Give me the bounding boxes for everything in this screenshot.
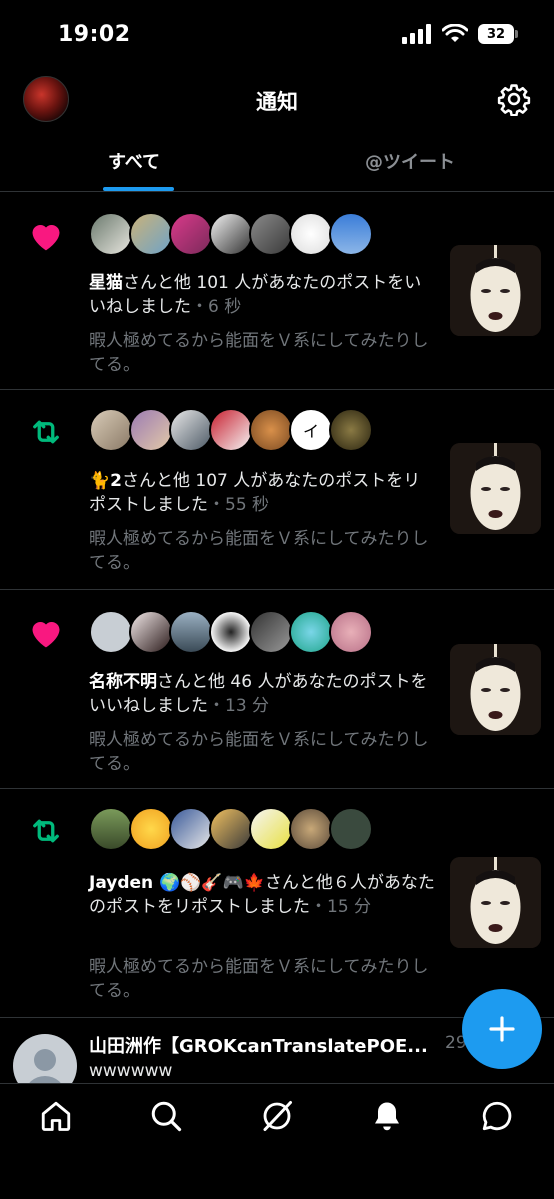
avatar[interactable]	[129, 807, 173, 851]
wifi-icon	[442, 24, 468, 42]
avatar[interactable]	[329, 610, 373, 654]
search-icon[interactable]	[148, 1098, 184, 1134]
avatar[interactable]	[89, 408, 133, 452]
status-time: 19:02	[58, 22, 131, 47]
tab-all[interactable]: すべて	[108, 148, 160, 174]
avatar[interactable]	[169, 610, 213, 654]
heart-icon	[32, 224, 60, 251]
avatar[interactable]	[249, 408, 293, 452]
plus-icon	[489, 1016, 515, 1042]
noh-mask-image	[450, 857, 541, 948]
notification-time: ・13 分	[208, 696, 270, 716]
actor-avatars: イ	[89, 408, 373, 452]
bell-icon[interactable]	[369, 1098, 405, 1134]
avatar[interactable]	[169, 408, 213, 452]
reply-text: wwwwww	[89, 1061, 173, 1081]
avatar[interactable]: イ	[289, 408, 333, 452]
notification-time: ・15 分	[310, 897, 372, 917]
notification-tabs: すべて @ツイート	[0, 140, 554, 192]
active-tab-indicator	[103, 187, 174, 191]
top-header: 通知	[0, 70, 554, 126]
avatar[interactable]	[329, 408, 373, 452]
notification-item[interactable]: 星猫さんと他 101 人があなたのポストをいいねしました・6 秒 暇人極めてるか…	[0, 192, 554, 390]
avatar[interactable]	[209, 610, 253, 654]
messages-icon[interactable]	[479, 1098, 515, 1134]
avatar[interactable]	[289, 212, 333, 256]
avatar[interactable]	[129, 408, 173, 452]
notification-text: 星猫さんと他 101 人があなたのポストをいいねしました・6 秒	[89, 271, 437, 319]
notification-item[interactable]: Jayden 🌍⚾🎸🎮🍁さんと他６人があなたのポストをリポストしました・15 分…	[0, 789, 554, 1018]
actor-avatars	[89, 807, 373, 851]
signal-icon	[402, 24, 431, 44]
repost-icon	[33, 420, 59, 444]
post-thumbnail[interactable]	[450, 644, 541, 735]
actor-name[interactable]: 🐈2	[89, 471, 122, 491]
noh-mask-image	[450, 443, 541, 534]
actor-name[interactable]: 星猫	[89, 273, 123, 293]
post-thumbnail[interactable]	[450, 245, 541, 336]
post-thumbnail[interactable]	[450, 443, 541, 534]
actor-avatars	[89, 610, 373, 654]
avatar[interactable]	[129, 212, 173, 256]
post-thumbnail[interactable]	[450, 857, 541, 948]
avatar[interactable]	[89, 807, 133, 851]
battery-tip	[515, 30, 518, 38]
page-title: 通知	[256, 90, 298, 114]
post-preview: 暇人極めてるから能面をＶ系にしてみたりしてる。	[89, 730, 429, 774]
avatar[interactable]	[249, 807, 293, 851]
post-preview: 暇人極めてるから能面をＶ系にしてみたりしてる。	[89, 331, 429, 375]
avatar[interactable]	[89, 212, 133, 256]
notification-text: 🐈2さんと他 107 人があなたのポストをリポストしました・55 秒	[89, 469, 437, 517]
gear-icon[interactable]	[497, 82, 531, 116]
post-preview: 暇人極めてるから能面をＶ系にしてみたりしてる。	[89, 957, 429, 1001]
home-icon[interactable]	[38, 1098, 74, 1134]
status-icons: 32	[402, 24, 518, 44]
notification-message: さんと他 101 人があなたのポストをいいねしました	[89, 273, 422, 317]
actor-name[interactable]: Jayden 🌍⚾🎸🎮🍁	[89, 873, 265, 893]
avatar[interactable]	[169, 807, 213, 851]
avatar[interactable]	[89, 610, 133, 654]
avatar[interactable]	[129, 610, 173, 654]
notification-text: Jayden 🌍⚾🎸🎮🍁さんと他６人があなたのポストをリポストしました・15 分	[89, 871, 437, 919]
actor-avatars	[89, 212, 373, 256]
notification-item[interactable]: イ 🐈2さんと他 107 人があなたのポストをリポストしました・55 秒 暇人極…	[0, 390, 554, 590]
heart-icon	[32, 621, 60, 648]
reply-author-name[interactable]: 山田洲作【GROKcanTranslatePOE...	[89, 1032, 437, 1058]
notification-time: ・55 秒	[208, 495, 270, 515]
avatar[interactable]	[209, 408, 253, 452]
noh-mask-image	[450, 245, 541, 336]
tab-mentions[interactable]: @ツイート	[365, 148, 455, 174]
status-bar: 19:02 32	[0, 0, 554, 70]
avatar[interactable]	[329, 212, 373, 256]
actor-name[interactable]: 名称不明	[89, 672, 157, 692]
avatar[interactable]	[289, 610, 333, 654]
bottom-nav	[0, 1083, 554, 1199]
avatar[interactable]	[169, 212, 213, 256]
avatar[interactable]	[209, 807, 253, 851]
repost-icon	[33, 819, 59, 843]
notification-time: ・6 秒	[191, 297, 242, 317]
grok-icon[interactable]	[259, 1098, 295, 1134]
compose-button[interactable]	[462, 989, 542, 1069]
avatar[interactable]	[249, 610, 293, 654]
battery-level: 32	[478, 24, 514, 44]
post-preview: 暇人極めてるから能面をＶ系にしてみたりしてる。	[89, 529, 429, 573]
notification-item[interactable]: 名称不明さんと他 46 人があなたのポストをいいねしました・13 分 暇人極めて…	[0, 590, 554, 789]
noh-mask-image	[450, 644, 541, 735]
avatar[interactable]	[209, 212, 253, 256]
avatar[interactable]	[289, 807, 333, 851]
avatar[interactable]	[329, 807, 373, 851]
battery-indicator: 32	[478, 24, 518, 44]
notification-text: 名称不明さんと他 46 人があなたのポストをいいねしました・13 分	[89, 670, 437, 718]
avatar[interactable]	[249, 212, 293, 256]
